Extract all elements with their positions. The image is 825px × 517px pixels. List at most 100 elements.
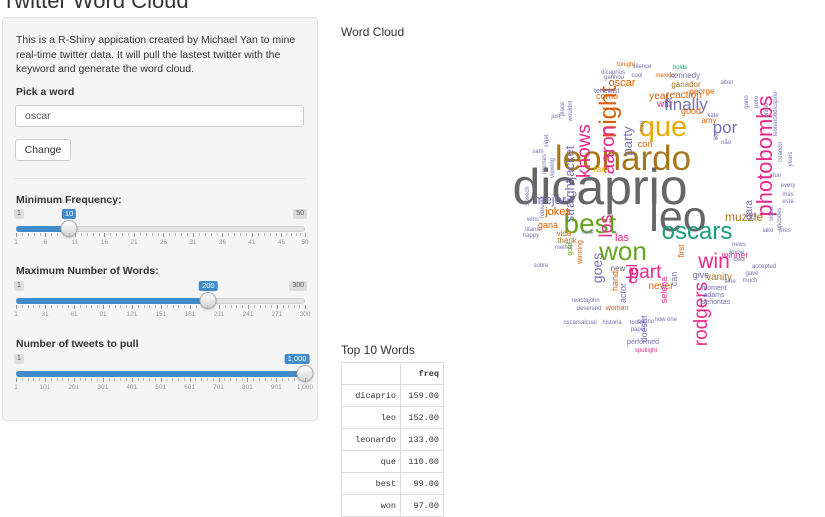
slider-minor-tick — [240, 233, 242, 236]
wordcloud-word: leonardodicaprio — [773, 91, 779, 136]
wordcloud-word: del — [624, 264, 641, 284]
wordcloud-word: one — [667, 317, 678, 323]
change-button[interactable]: Change — [15, 139, 71, 161]
slider-minor-tick — [21, 233, 23, 236]
wordcloud-word: papel — [631, 327, 646, 333]
slider-tick — [102, 378, 104, 382]
slider-tick — [218, 305, 220, 309]
table-cell-word: best — [341, 472, 401, 495]
slider-minor-tick — [207, 305, 209, 308]
wordcloud-title: Word Cloud — [341, 25, 405, 39]
slider-minor-tick — [271, 305, 273, 308]
slider-value-label: 200 — [199, 281, 218, 291]
slider-tick-labels: 1 101 201 301 401 501 601 701 801 901 1,000 — [14, 384, 313, 394]
slider-minor-tick — [293, 305, 295, 308]
wordcloud-word: today — [630, 320, 645, 326]
slider-minor-tick — [230, 305, 232, 308]
slider-minor-tick — [50, 378, 52, 381]
pick-word-label: Pick a word — [16, 86, 75, 98]
slider-minor-tick — [290, 233, 292, 236]
slider-minor-tick — [91, 378, 93, 381]
max-words-slider[interactable]: 1 300 200 1 31 61 91 121 151 181 211 241 271 300 — [14, 281, 310, 327]
slider-tick-label: 901 — [270, 384, 282, 391]
slider-minor-tick — [300, 233, 302, 236]
slider-minor-tick — [172, 378, 174, 381]
wordcloud-word: place — [560, 101, 566, 116]
slider-minor-tick — [246, 233, 248, 236]
min-frequency-slider[interactable]: 1 50 10 1 6 11 16 21 26 31 36 41 46 50 — [14, 209, 309, 255]
table-cell-freq: 133.00 — [400, 428, 444, 451]
slider-tick-label: 91 — [99, 311, 107, 318]
wordcloud-word: first — [677, 244, 686, 258]
slider-tick-label: 701 — [213, 384, 224, 391]
wordcloud-word: este — [782, 199, 794, 205]
wordcloud-word: deserved — [577, 306, 602, 312]
wordcloud-word: wouldnt — [568, 100, 574, 122]
slider-minor-tick — [275, 233, 277, 236]
slider-minor-tick — [56, 378, 58, 381]
wordcloud-svg: dicaprioleoleonardoquebestwonoscarsphoto… — [512, 62, 795, 354]
wordcloud-word: gold — [567, 242, 574, 255]
slider-tick — [16, 233, 17, 237]
slider-tick-label: 26 — [159, 239, 168, 246]
intro-text: This is a R-Shiny appication created by … — [16, 34, 296, 75]
top-words-title: Top 10 Words — [341, 343, 415, 357]
slider-minor-tick — [108, 378, 110, 381]
table-cell-freq: 110.00 — [400, 450, 444, 473]
slider-minor-tick — [149, 378, 151, 381]
wordcloud-word: goes — [589, 253, 605, 283]
wordcloud-word: pero — [754, 95, 760, 108]
tweets-count-label: Number of tweets to pull — [16, 338, 139, 350]
slider-minor-tick — [201, 305, 203, 308]
slider-tick — [189, 378, 191, 382]
wordcloud-word: primo — [764, 102, 770, 118]
min-frequency-label: Minimum Frequency: — [16, 194, 122, 206]
slider-minor-tick — [178, 305, 180, 308]
wordcloud-word: knows — [574, 124, 595, 178]
wordcloud-word: new — [611, 264, 626, 273]
slider-minor-tick — [126, 305, 128, 308]
slider-minor-tick — [33, 233, 35, 236]
wordcloud-word: last — [609, 88, 620, 95]
wordcloud-word: speech — [525, 186, 531, 205]
slider-minor-tick — [50, 305, 52, 308]
wordcloud-word: february — [540, 196, 546, 218]
wordcloud-word: much — [743, 278, 758, 284]
slider-minor-tick — [181, 233, 183, 236]
slider-minor-tick — [91, 305, 93, 308]
word-input[interactable] — [15, 105, 304, 127]
wordcloud-word: dicaprios — [601, 70, 625, 76]
slider-minor-tick — [97, 378, 98, 381]
slider-minor-tick — [187, 233, 189, 236]
slider-tick — [222, 233, 224, 237]
slider-ticks — [16, 378, 306, 383]
wordcloud-word: good — [681, 106, 701, 116]
slider-minor-tick — [27, 378, 29, 381]
wordcloud-word: years — [788, 152, 794, 167]
wordcloud-word: kate — [707, 113, 719, 119]
table-cell-word: leonardo — [341, 428, 401, 451]
wordcloud-word: con — [638, 139, 653, 149]
slider-tick-label: 1,000 — [296, 384, 314, 391]
slider-minor-tick — [62, 378, 64, 381]
slider-minor-tick — [125, 378, 127, 381]
tweets-count-slider[interactable]: 1 1,000 1 101 201 301 401 501 601 701 801 901 1,00… — [14, 354, 314, 400]
slider-tick-label: 21 — [130, 239, 138, 246]
slider-minor-tick — [265, 305, 267, 308]
slider-minor-tick — [175, 233, 177, 236]
slider-minor-tick — [143, 378, 145, 381]
slider-minor-tick — [69, 233, 71, 236]
slider-tick-labels: 1 31 61 91 121 151 181 211 241 271 300 — [14, 311, 310, 321]
table-row: best 99.00 — [341, 472, 444, 495]
slider-minor-tick — [235, 378, 237, 381]
slider-tick — [281, 233, 283, 237]
slider-tick-label: 1 — [14, 384, 18, 391]
wordcloud-word: news — [732, 242, 746, 248]
table-cell-freq: 159.00 — [400, 384, 444, 407]
slider-max-label: 50 — [293, 209, 307, 219]
wordcloud-word: las — [615, 232, 630, 244]
slider-minor-tick — [122, 233, 124, 236]
wordcloud-word: fun — [773, 173, 781, 179]
slider-tick — [247, 305, 249, 309]
slider-tick — [247, 378, 249, 382]
